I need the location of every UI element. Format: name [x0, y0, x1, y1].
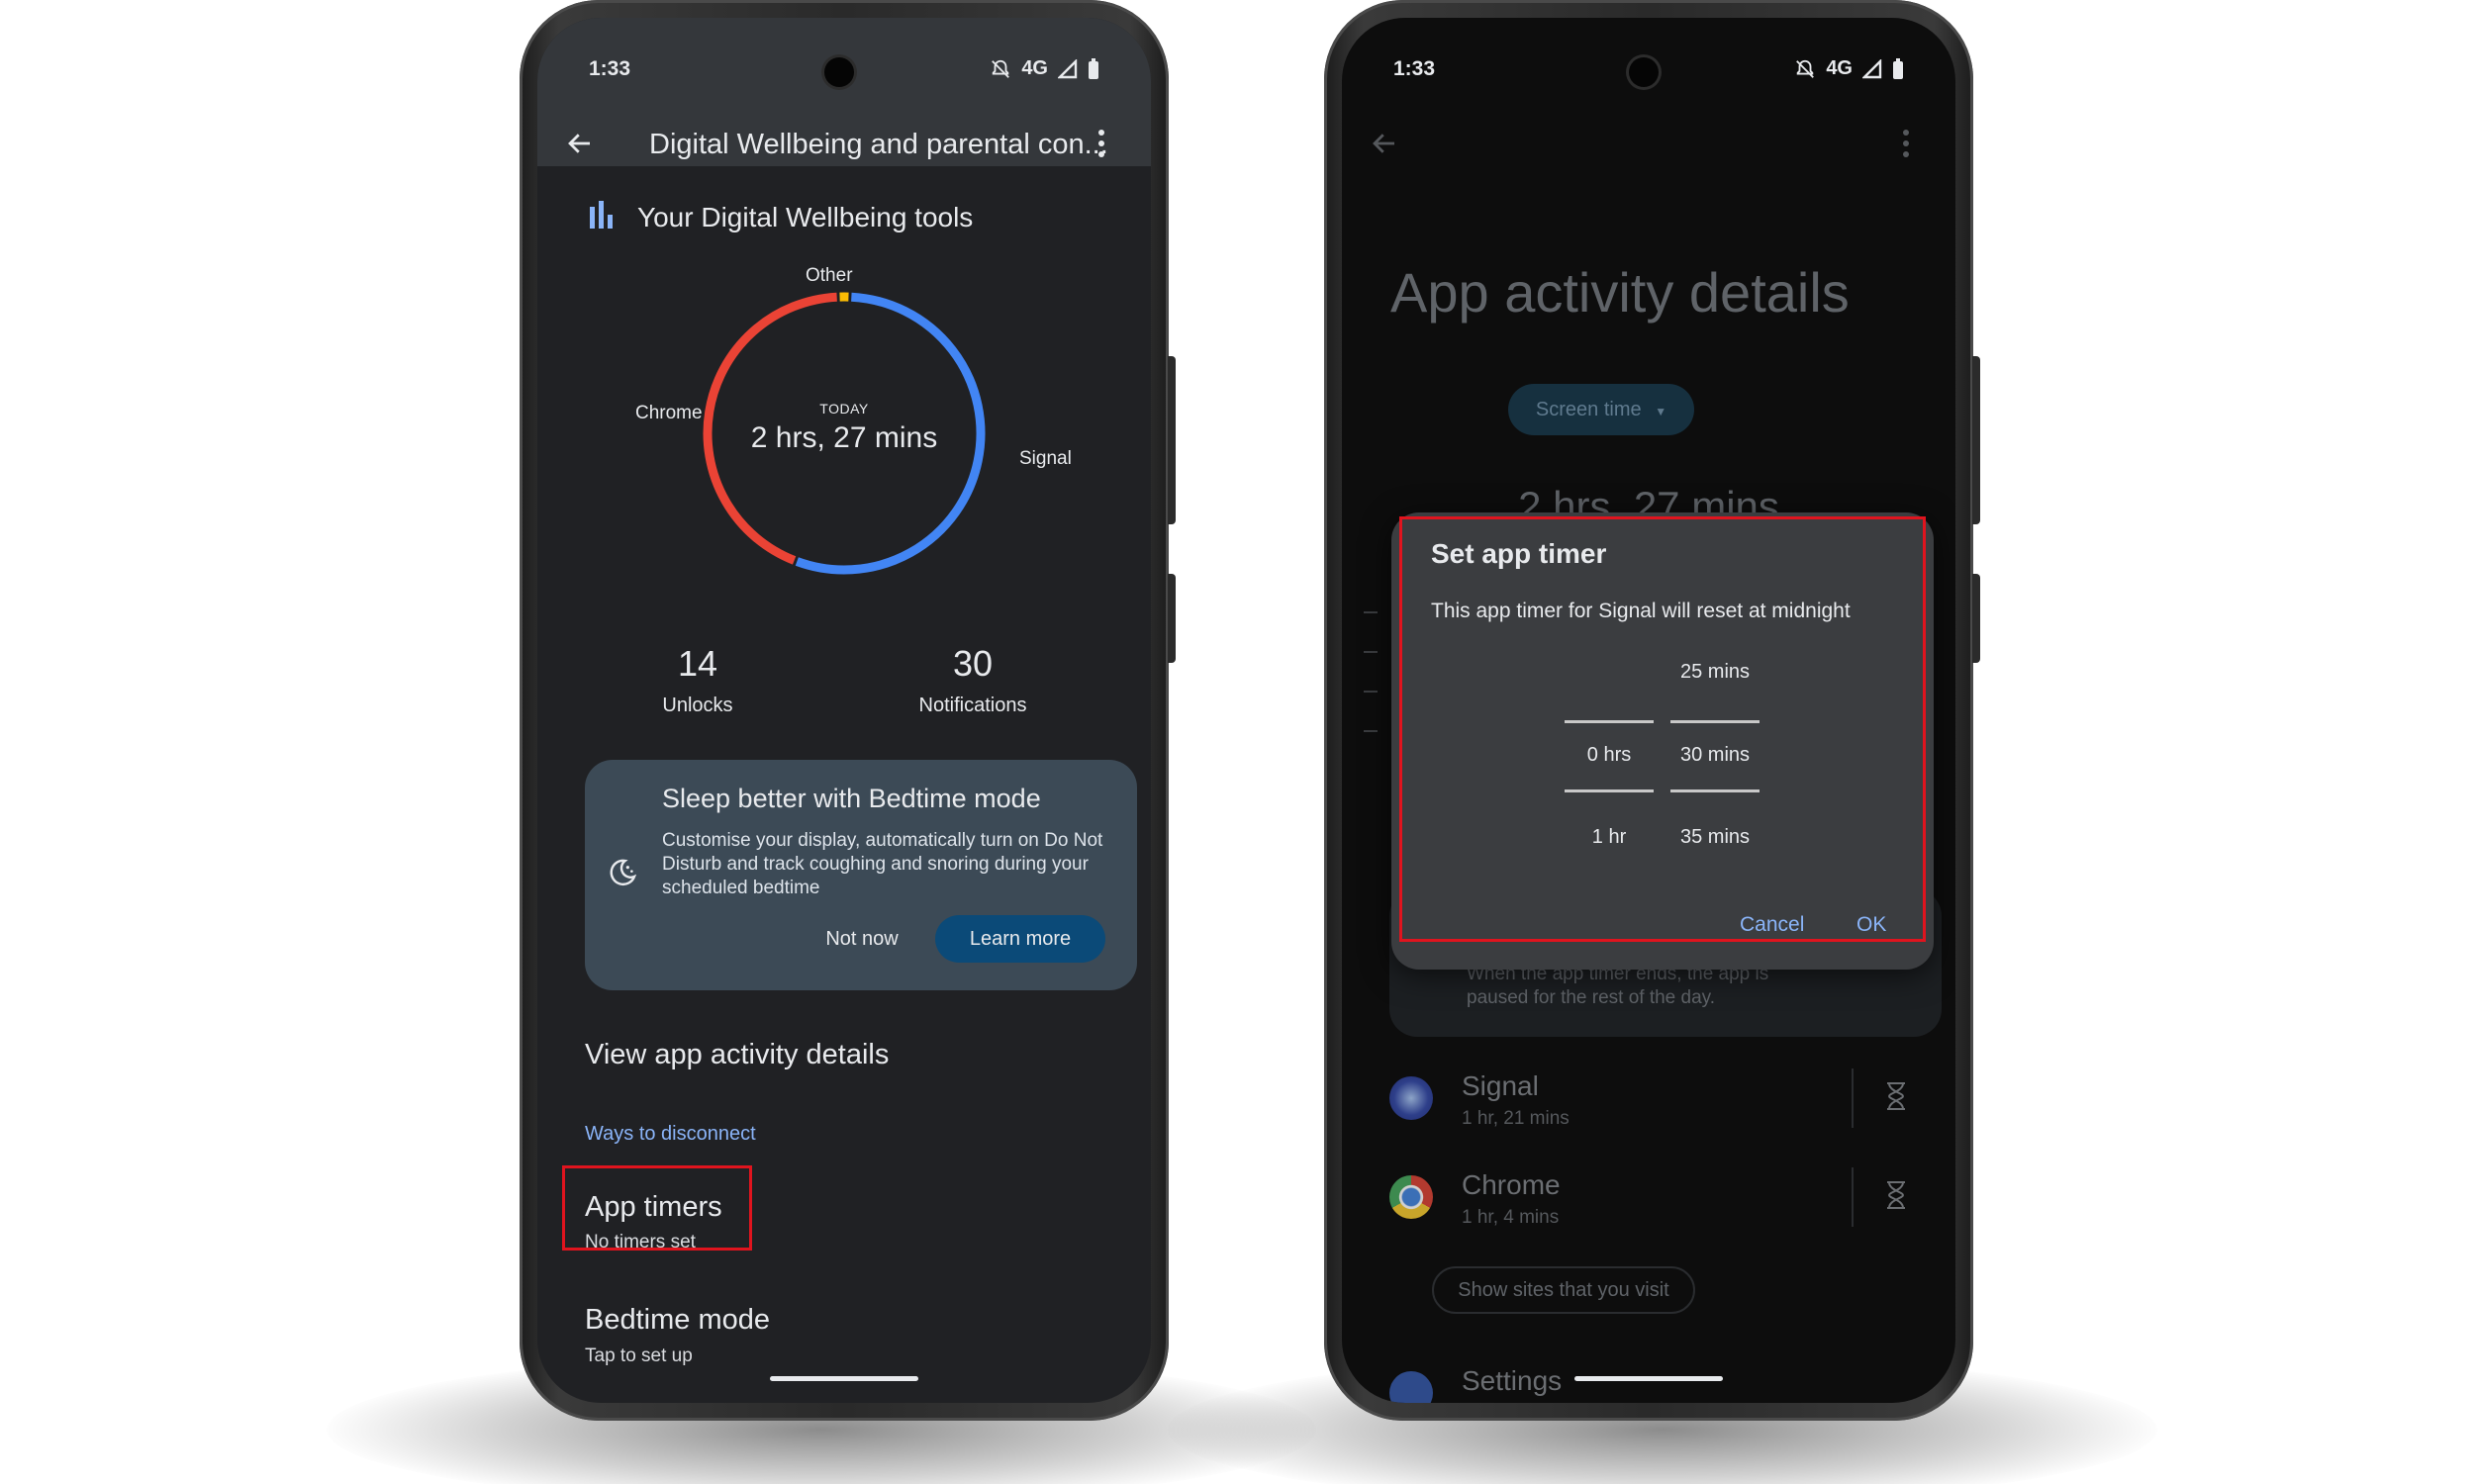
unlocks-stat: 14 Unlocks [599, 643, 797, 717]
volume-button [1972, 574, 1980, 663]
donut-label-signal: Signal [1019, 448, 1072, 469]
donut-center-caption: TODAY [819, 401, 869, 417]
row-divider [1852, 1167, 1854, 1227]
screen-time-dropdown[interactable]: Screen time ▼ [1508, 384, 1694, 435]
back-arrow-icon[interactable] [565, 129, 595, 158]
power-button [1972, 356, 1980, 524]
volume-button [1168, 574, 1176, 663]
home-indicator[interactable] [770, 1376, 918, 1381]
hourglass-icon[interactable] [1885, 1081, 1907, 1111]
phone-right: 1:33 4G App activity details Screen time… [1324, 0, 1980, 1421]
battery-icon [1089, 57, 1098, 79]
back-arrow-icon[interactable] [1370, 129, 1399, 158]
donut-label-other: Other [806, 265, 853, 286]
app-usage: 1 hr, 21 mins [1462, 1108, 1570, 1129]
donut-label-chrome: Chrome [635, 403, 703, 423]
notifications-count: 30 [952, 643, 994, 684]
card-body: Customise your display, automatically tu… [662, 830, 1103, 898]
ways-to-disconnect-header: Ways to disconnect [585, 1123, 756, 1145]
dialog-highlight [1399, 516, 1926, 942]
power-button [1168, 356, 1176, 524]
front-camera [824, 57, 854, 87]
bar-chart-icon [590, 201, 613, 229]
status-bar: 1:33 4G [537, 18, 1151, 97]
app-name: Signal [1462, 1070, 1539, 1101]
app-name: Chrome [1462, 1169, 1561, 1200]
more-options-icon[interactable] [1095, 127, 1107, 160]
silent-icon [992, 59, 1010, 78]
row-divider [1852, 1068, 1854, 1128]
phone-left: 1:33 4G Digital Wellbeing and parental c… [520, 0, 1176, 1421]
app-timers-subtitle: No timers set [585, 1232, 696, 1252]
notifications-stat: 30 Notifications [854, 643, 1092, 717]
learn-more-button[interactable]: Learn more [935, 915, 1105, 963]
app-timer-info-text: When the app timer ends, the app is paus… [1467, 964, 1769, 1008]
status-bar: 1:33 4G [1342, 18, 1955, 97]
app-activity-title: App activity details [1390, 261, 1850, 324]
app-name: Settings [1462, 1365, 1563, 1396]
screen-app-activity: 1:33 4G App activity details Screen time… [1342, 18, 1955, 1403]
signal-app-icon [1389, 1076, 1433, 1120]
show-sites-button[interactable]: Show sites that you visit [1432, 1266, 1695, 1314]
page-title: Digital Wellbeing and parental con... [649, 129, 1108, 160]
screen-time-label: Screen time [1535, 399, 1642, 420]
chart-tick [1364, 691, 1378, 693]
status-icons: 4G [1794, 57, 1904, 80]
app-timers-item[interactable]: App timers [585, 1191, 722, 1224]
not-now-button[interactable]: Not now [803, 916, 921, 962]
dropdown-arrow-icon: ▼ [1655, 405, 1667, 418]
chart-tick [1364, 730, 1378, 732]
settings-app-icon [1389, 1371, 1433, 1403]
unlocks-count: 14 [677, 643, 718, 684]
tools-title: Your Digital Wellbeing tools [637, 202, 974, 232]
hourglass-icon[interactable] [1885, 1180, 1907, 1210]
status-icons: 4G [990, 57, 1099, 80]
bedtime-mode-item[interactable]: Bedtime mode [585, 1304, 770, 1337]
view-app-activity-link[interactable]: View app activity details [585, 1039, 889, 1071]
unlocks-label: Unlocks [662, 695, 733, 716]
battery-icon [1893, 57, 1903, 79]
status-time: 1:33 [589, 57, 631, 80]
bedtime-promo-card: Sleep better with Bedtime mode Customise… [585, 760, 1137, 990]
donut-center-total: 2 hrs, 27 mins [750, 421, 938, 454]
silent-icon [1796, 59, 1815, 78]
chart-tick [1364, 651, 1378, 653]
card-title: Sleep better with Bedtime mode [662, 784, 1041, 813]
signal-strength-icon [1058, 58, 1078, 78]
bedtime-mode-subtitle: Tap to set up [585, 1345, 693, 1366]
moon-icon [610, 859, 637, 886]
network-type: 4G [1826, 57, 1853, 79]
chart-tick [1364, 611, 1378, 613]
front-camera [1629, 57, 1659, 87]
signal-strength-icon [1862, 58, 1882, 78]
notifications-label: Notifications [918, 695, 1027, 716]
home-indicator[interactable] [1574, 1376, 1723, 1381]
more-options-icon[interactable] [1900, 127, 1912, 160]
app-usage: 1 hr, 4 mins [1462, 1207, 1560, 1228]
chrome-app-icon [1389, 1175, 1433, 1219]
usage-donut-chart[interactable]: TODAY 2 hrs, 27 mins [691, 280, 998, 587]
status-time: 1:33 [1393, 57, 1436, 80]
screen-digital-wellbeing: 1:33 4G Digital Wellbeing and parental c… [537, 18, 1151, 1403]
network-type: 4G [1021, 57, 1048, 79]
